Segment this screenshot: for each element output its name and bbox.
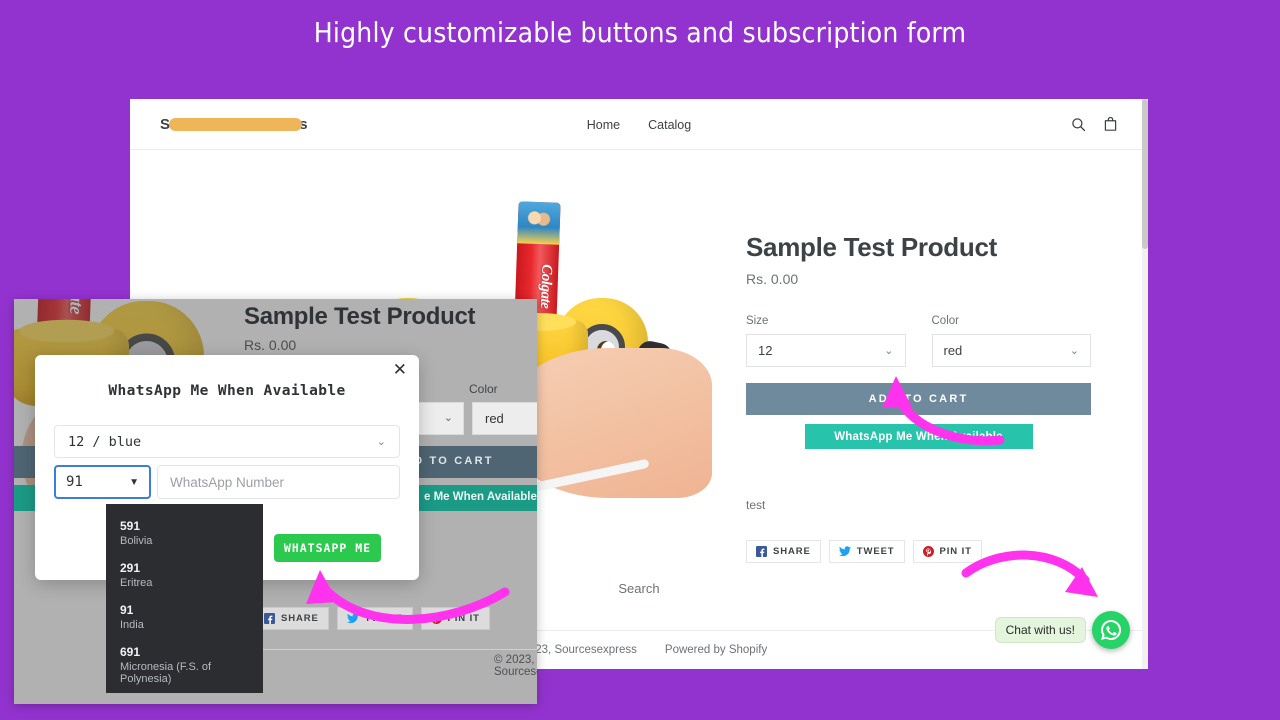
country-option[interactable]: 591 Bolivia bbox=[106, 513, 263, 555]
whatsapp-number-input[interactable]: WhatsApp Number bbox=[157, 465, 400, 499]
product-options: Size 12 ⌄ Color red ⌄ bbox=[746, 315, 1091, 367]
brand-redaction-bar bbox=[169, 117, 303, 131]
color-select[interactable]: red ⌄ bbox=[931, 334, 1091, 367]
overlay-share-facebook-label: SHARE bbox=[281, 613, 319, 624]
overlay-share-twitter-label: TWEET bbox=[364, 613, 403, 624]
tube-cap bbox=[517, 201, 561, 245]
modal-title: WhatsApp Me When Available bbox=[108, 383, 346, 399]
whatsapp-number-placeholder: WhatsApp Number bbox=[170, 474, 285, 490]
overlay-color-label: Color bbox=[469, 382, 498, 396]
modal-screenshot: Colgate Sample Test Product Rs. 0.00 Col… bbox=[14, 299, 537, 704]
option-color: Color red ⌄ bbox=[931, 315, 1091, 367]
chat-tooltip: Chat with us! bbox=[994, 617, 1086, 643]
page-scrollbar[interactable] bbox=[1142, 99, 1148, 669]
share-pinterest-button[interactable]: PIN IT bbox=[912, 540, 982, 563]
nav-item-catalog[interactable]: Catalog bbox=[648, 118, 691, 132]
country-option-code: 691 bbox=[120, 645, 141, 659]
overlay-footer-divider bbox=[254, 649, 537, 650]
country-code-value: 91 bbox=[66, 474, 83, 490]
caret-down-icon[interactable]: ▼ bbox=[129, 477, 139, 488]
country-option-name: Bolivia bbox=[120, 535, 153, 547]
nav-item-home[interactable]: Home bbox=[587, 118, 620, 132]
country-option-name: India bbox=[120, 619, 144, 631]
size-select[interactable]: 12 ⌄ bbox=[746, 334, 906, 367]
overlay-share-twitter-button[interactable]: TWEET bbox=[336, 607, 413, 630]
option-size: Size 12 ⌄ bbox=[746, 315, 906, 367]
share-twitter-label: TWEET bbox=[856, 546, 895, 557]
country-option[interactable]: 291 Eritrea bbox=[106, 555, 263, 597]
overlay-share-pinterest-label: PIN IT bbox=[447, 613, 480, 624]
country-option-code: 291 bbox=[120, 561, 141, 575]
chat-widget[interactable]: Chat with us! bbox=[994, 611, 1130, 649]
overlay-footer-copyright: © 2023, Sourcesexpress bbox=[494, 654, 537, 678]
twitter-icon bbox=[346, 613, 359, 624]
header-icon-group bbox=[1071, 116, 1118, 132]
share-facebook-label: SHARE bbox=[773, 546, 811, 557]
overlay-share-pinterest-button[interactable]: PIN IT bbox=[420, 607, 490, 630]
overlay-social-share-group: SHARE TWEET PIN IT bbox=[254, 607, 490, 630]
modal-variant-select[interactable]: 12 / blue ⌄ bbox=[54, 425, 400, 458]
chevron-down-icon: ⌄ bbox=[884, 345, 894, 357]
pinterest-icon bbox=[430, 613, 442, 624]
chevron-down-icon: ⌄ bbox=[443, 412, 453, 424]
chevron-down-icon: ⌄ bbox=[1069, 345, 1079, 357]
store-brand[interactable]: S s bbox=[160, 116, 308, 133]
cart-icon[interactable] bbox=[1103, 116, 1118, 132]
close-icon[interactable]: ✕ bbox=[393, 360, 407, 380]
country-option-code: 591 bbox=[120, 519, 141, 533]
twitter-icon bbox=[838, 546, 851, 557]
overlay-color-select[interactable]: red bbox=[472, 402, 537, 435]
option-color-label: Color bbox=[931, 315, 959, 327]
country-option[interactable]: 91 India bbox=[106, 597, 263, 639]
country-option-name: Micronesia (F.S. of Polynesia) bbox=[120, 661, 212, 685]
chevron-down-icon: ⌄ bbox=[376, 436, 386, 448]
share-pinterest-label: PIN IT bbox=[939, 546, 972, 557]
product-info: Sample Test Product Rs. 0.00 Size 12 ⌄ C… bbox=[746, 190, 1091, 563]
country-option-code: 91 bbox=[120, 603, 134, 617]
social-share-group: SHARE TWEET PIN IT bbox=[746, 540, 1091, 563]
country-code-input[interactable]: 91 ▼ bbox=[54, 465, 151, 499]
size-select-value: 12 bbox=[758, 343, 773, 358]
modal-phone-row: 91 ▼ WhatsApp Number bbox=[54, 465, 400, 499]
product-title: Sample Test Product bbox=[746, 232, 997, 262]
modal-variant-value: 12 / blue bbox=[68, 433, 142, 450]
product-price: Rs. 0.00 bbox=[746, 271, 799, 287]
store-header: S s Home Catalog bbox=[130, 99, 1148, 150]
page-title: Highly customizable buttons and subscrip… bbox=[313, 16, 967, 49]
share-facebook-button[interactable]: SHARE bbox=[746, 540, 821, 563]
country-code-dropdown[interactable]: 591 Bolivia 291 Eritrea 91 India 691 Mic… bbox=[106, 504, 263, 693]
color-select-value: red bbox=[943, 343, 963, 358]
country-option-name: Eritrea bbox=[120, 577, 153, 589]
whatsapp-notify-button[interactable]: WhatsApp Me When Available bbox=[804, 424, 1033, 449]
whatsapp-me-submit-button[interactable]: WHATSAPP ME bbox=[274, 534, 381, 562]
option-size-label: Size bbox=[746, 315, 769, 327]
add-to-cart-button[interactable]: ADD TO CART bbox=[746, 383, 1091, 415]
footer-powered-by[interactable]: Powered by Shopify bbox=[665, 644, 767, 656]
facebook-icon bbox=[756, 546, 767, 557]
overlay-share-facebook-button[interactable]: SHARE bbox=[254, 607, 329, 630]
overlay-product-title: Sample Test Product bbox=[244, 303, 476, 330]
country-option[interactable]: 691 Micronesia (F.S. of Polynesia) bbox=[106, 639, 263, 693]
whatsapp-icon[interactable] bbox=[1092, 611, 1130, 649]
product-description: test bbox=[746, 498, 766, 512]
overlay-product-price: Rs. 0.00 bbox=[244, 337, 297, 353]
search-icon[interactable] bbox=[1071, 117, 1086, 132]
pinterest-icon bbox=[922, 546, 934, 557]
facebook-icon bbox=[264, 613, 275, 624]
share-twitter-button[interactable]: TWEET bbox=[828, 540, 905, 563]
